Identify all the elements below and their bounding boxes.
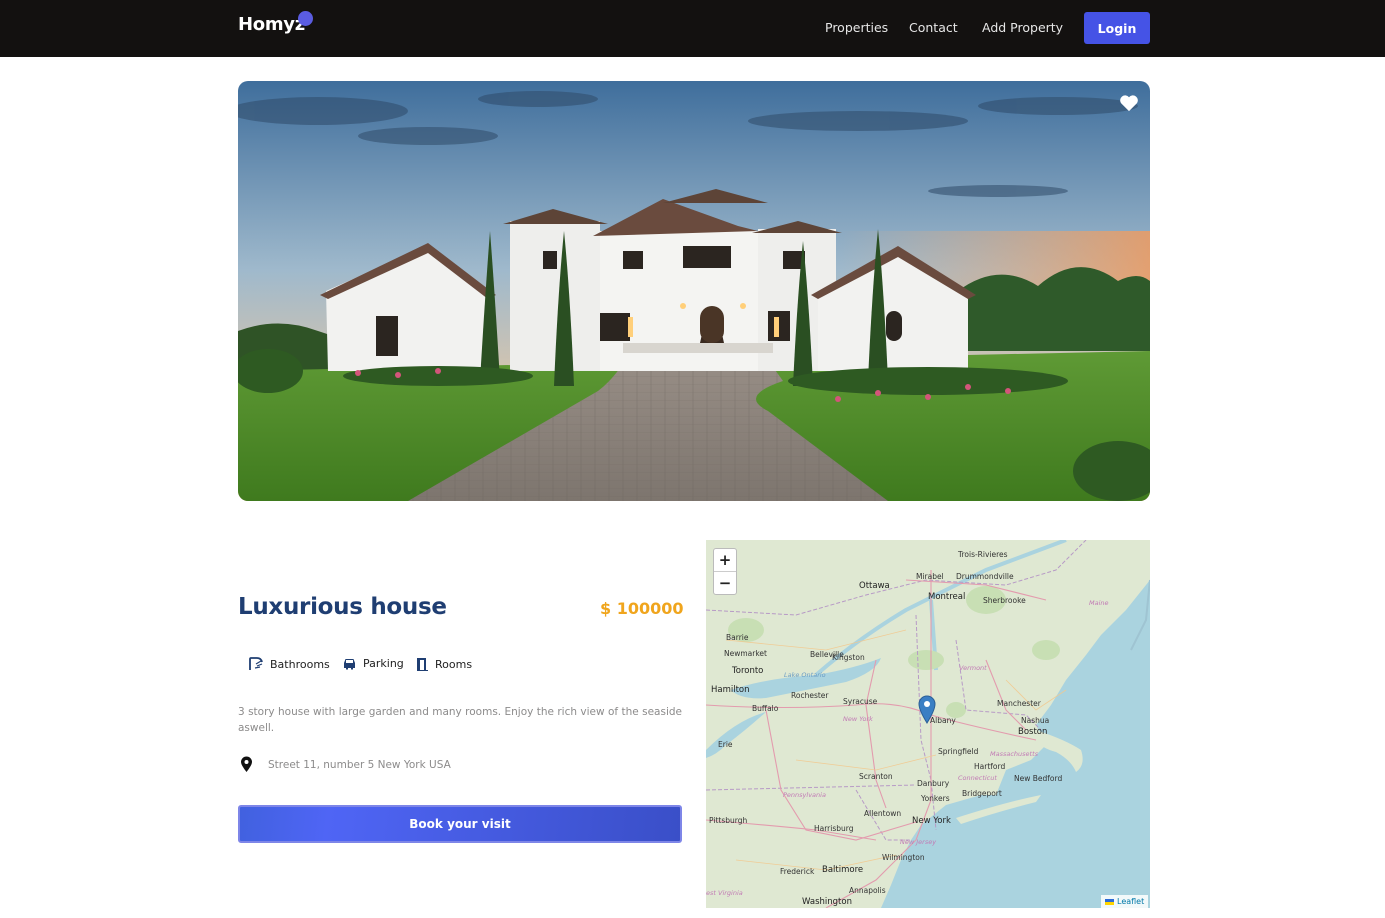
door-icon bbox=[417, 658, 428, 671]
address-text: Street 11, number 5 New York USA bbox=[268, 758, 451, 771]
map-label: Wilmington bbox=[882, 853, 925, 862]
map-label: Allentown bbox=[864, 809, 902, 818]
book-visit-button[interactable]: Book your visit bbox=[238, 805, 682, 843]
map-label: Annapolis bbox=[849, 886, 886, 895]
map-label: New York bbox=[912, 816, 951, 826]
map-label: New York bbox=[843, 715, 873, 723]
facility-label: Rooms bbox=[435, 657, 473, 671]
property-price: $ 100000 bbox=[600, 599, 684, 618]
facility-label: Parking bbox=[363, 657, 404, 670]
map-label: Massachusetts bbox=[990, 750, 1039, 758]
attribution-link[interactable]: Leaflet bbox=[1117, 897, 1144, 906]
login-button[interactable]: Login bbox=[1084, 12, 1150, 44]
location-pin-icon bbox=[241, 756, 252, 772]
brand-logo[interactable]: Homyz bbox=[238, 14, 305, 35]
map-label: New Jersey bbox=[900, 838, 937, 846]
map-label: Vermont bbox=[959, 664, 987, 672]
map-label: Syracuse bbox=[843, 697, 878, 706]
shower-icon bbox=[249, 657, 263, 670]
map-label: Maine bbox=[1089, 599, 1109, 607]
zoom-in-button[interactable]: + bbox=[714, 549, 736, 571]
map-label: Hartford bbox=[974, 762, 1006, 771]
map-label: Bridgeport bbox=[962, 789, 1002, 798]
brand-logo-dot bbox=[298, 11, 313, 26]
property-title: Luxurious house bbox=[238, 594, 447, 620]
map-label: Trois-Rivieres bbox=[958, 550, 1008, 559]
map-label: Kingston bbox=[832, 653, 865, 662]
map-label: Rochester bbox=[791, 691, 829, 700]
map-label: Drummondville bbox=[956, 572, 1014, 581]
map-label: Danbury bbox=[917, 779, 950, 788]
map-label: Barrie bbox=[726, 633, 749, 642]
map-label: Manchester bbox=[997, 699, 1041, 708]
map-label: Springfield bbox=[938, 747, 979, 756]
map-label: Boston bbox=[1018, 727, 1048, 737]
facility-label: Bathrooms bbox=[270, 657, 330, 671]
map-label: Mirabel bbox=[916, 572, 944, 581]
property-image bbox=[238, 81, 1150, 501]
map-label: Harrisburg bbox=[814, 824, 854, 833]
map-label: Washington bbox=[802, 897, 852, 907]
map-label: Montreal bbox=[928, 592, 966, 602]
map-label: Hamilton bbox=[711, 685, 750, 695]
facility-rooms: Rooms bbox=[415, 657, 472, 671]
map-label: Lake Ontario bbox=[784, 671, 826, 679]
map-attribution[interactable]: Leaflet bbox=[1101, 895, 1149, 908]
nav-properties[interactable]: Properties bbox=[825, 20, 888, 35]
map-label: Nashua bbox=[1021, 716, 1050, 725]
map-label: Baltimore bbox=[822, 865, 864, 875]
nav-add-property[interactable]: Add Property bbox=[982, 20, 1063, 35]
map-label: Pittsburgh bbox=[709, 816, 748, 825]
map-label: Connecticut bbox=[958, 774, 997, 782]
top-navbar: Homyz Properties Contact Add Property Lo… bbox=[0, 0, 1385, 57]
map-label: Erie bbox=[718, 740, 733, 749]
map-label: Sherbrooke bbox=[983, 596, 1026, 605]
map-label: Scranton bbox=[859, 772, 893, 781]
map-label: Pennsylvania bbox=[783, 791, 826, 799]
map-label: Albany bbox=[930, 716, 956, 725]
car-icon bbox=[344, 659, 355, 670]
facility-bathrooms: Bathrooms bbox=[248, 657, 330, 671]
map-label: Newmarket bbox=[724, 649, 767, 658]
map-zoom-control: + − bbox=[713, 548, 737, 595]
map-label: Buffalo bbox=[752, 704, 779, 713]
ukraine-flag-icon bbox=[1105, 898, 1114, 905]
map-label: Toronto bbox=[732, 666, 764, 676]
map-label: Yonkers bbox=[921, 794, 950, 803]
zoom-out-button[interactable]: − bbox=[714, 572, 736, 594]
map-label: Frederick bbox=[780, 867, 815, 876]
heart-icon[interactable] bbox=[1119, 94, 1139, 112]
map-label: Ottawa bbox=[859, 581, 890, 591]
facility-parking: Parking bbox=[342, 657, 404, 670]
nav-contact[interactable]: Contact bbox=[909, 20, 958, 35]
property-address: Street 11, number 5 New York USA bbox=[240, 756, 451, 773]
property-description: 3 story house with large garden and many… bbox=[238, 706, 682, 734]
map-label: New Bedford bbox=[1014, 774, 1063, 783]
property-map[interactable]: Trois-Rivieres Mirabel Drummondville Ott… bbox=[706, 540, 1150, 908]
map-label: est Virginia bbox=[706, 889, 743, 897]
